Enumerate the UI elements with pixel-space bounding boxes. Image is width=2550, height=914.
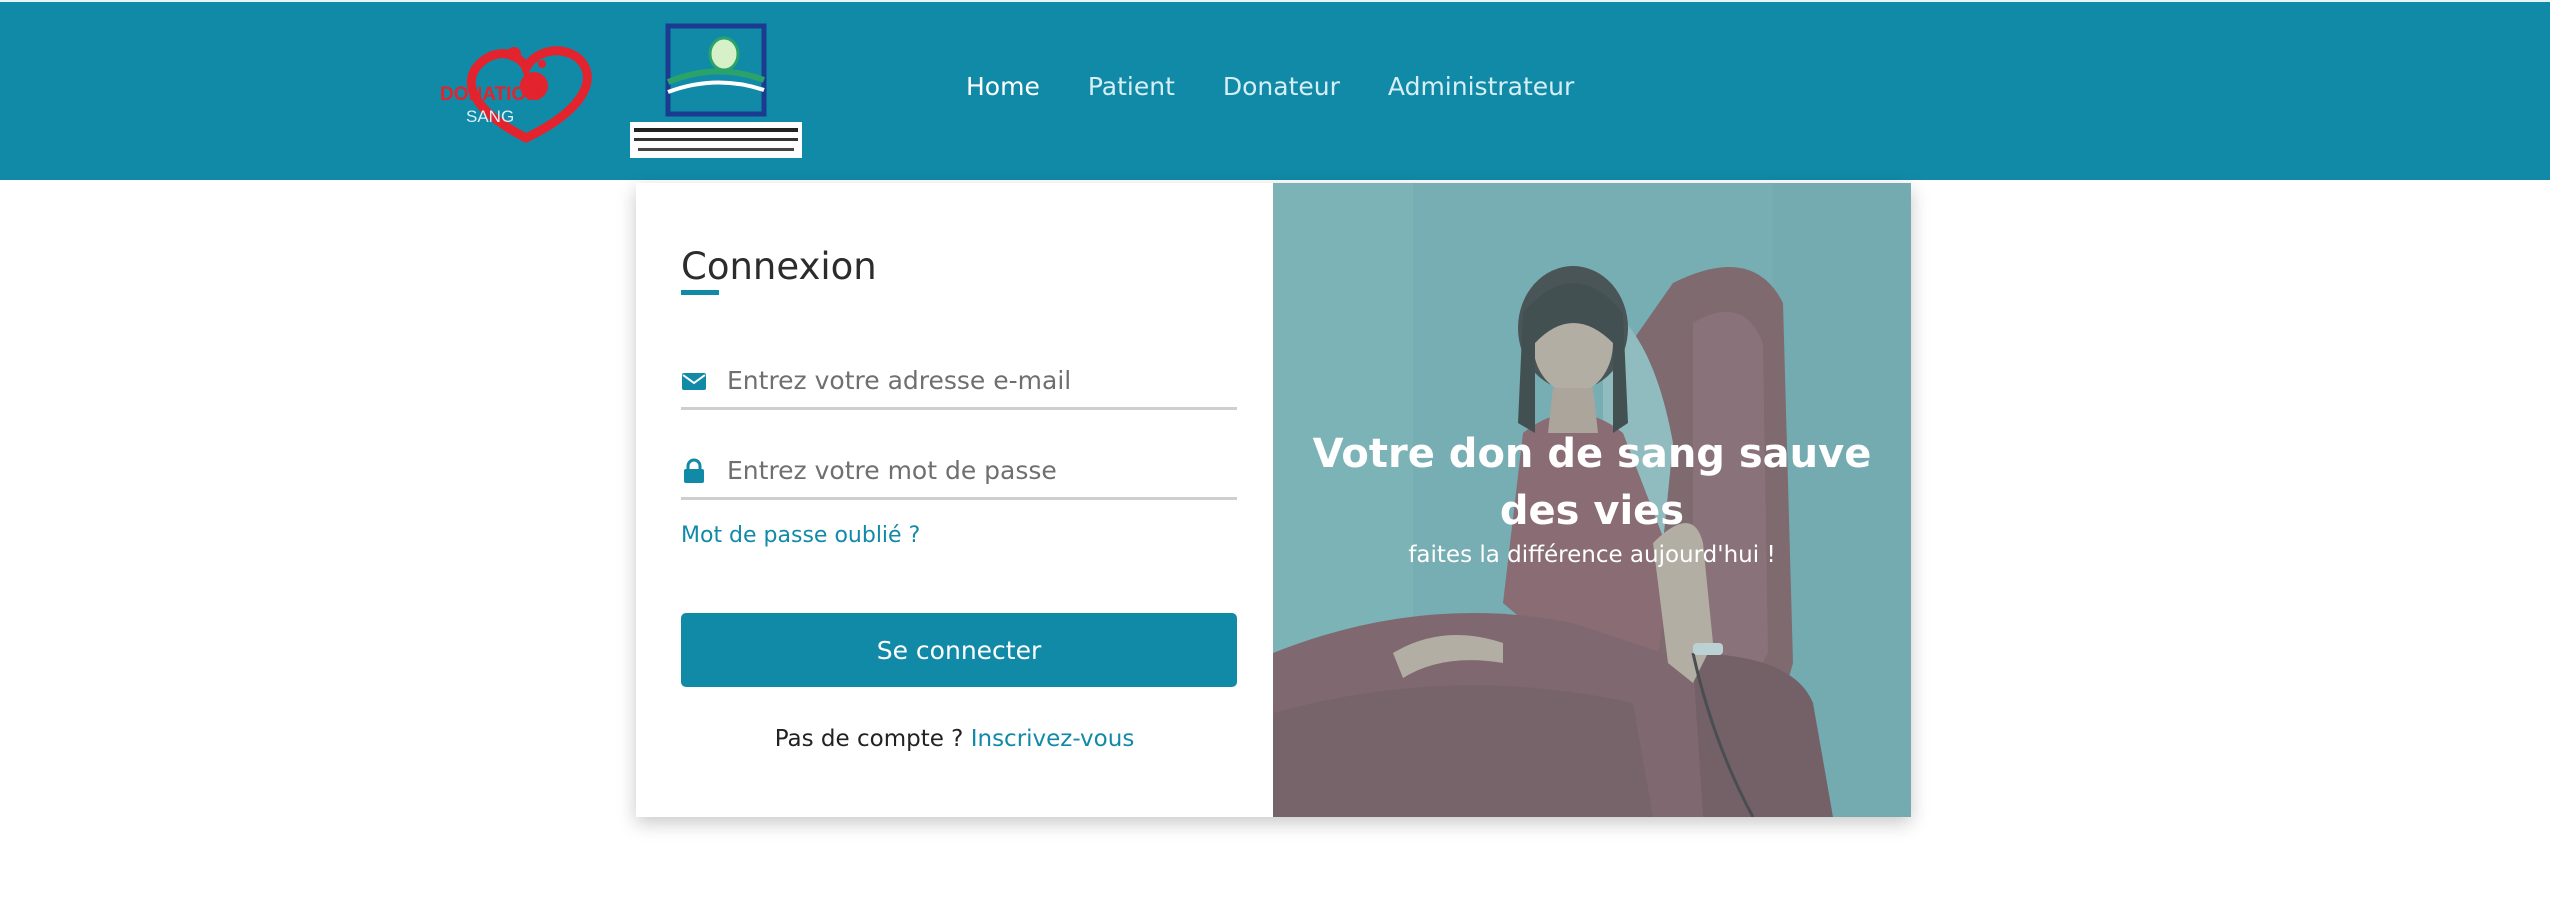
hero-title: Votre don de sang sauve des vies <box>1312 431 1872 534</box>
lock-icon <box>684 458 704 483</box>
svg-text:SANG: SANG <box>466 107 514 126</box>
nav-administrateur[interactable]: Administrateur <box>1388 72 1574 101</box>
nav-donateur[interactable]: Donateur <box>1223 72 1340 101</box>
title-underline <box>681 290 719 295</box>
hero-image-panel: Votre don de sang sauve des vies faites … <box>1273 183 1911 817</box>
main-navigation: Home Patient Donateur Administrateur <box>966 72 1622 101</box>
no-account-text: Pas de compte ? <box>774 726 964 752</box>
donation-sang-logo[interactable]: DONATION SANG <box>438 38 610 148</box>
signup-prompt: Pas de compte ? Inscrivez-vous <box>636 726 1273 752</box>
nav-patient[interactable]: Patient <box>1088 72 1175 101</box>
signup-link[interactable]: Inscrivez-vous <box>971 726 1135 752</box>
login-card: Connexion Mot de passe oublié ? Se conne… <box>636 183 1911 817</box>
email-field <box>681 351 1237 410</box>
password-field <box>681 441 1237 500</box>
hero-subtitle: faites la différence aujourd'hui ! <box>1408 542 1776 568</box>
envelope-icon <box>682 373 706 390</box>
forgot-password-link[interactable]: Mot de passe oublié ? <box>681 523 920 548</box>
password-input[interactable] <box>725 449 1229 491</box>
login-form: Connexion Mot de passe oublié ? Se conne… <box>636 183 1273 817</box>
ministry-emblem-logo[interactable] <box>628 22 804 162</box>
svg-text:DONATION: DONATION <box>440 84 540 105</box>
top-navbar: DONATION SANG Home Patient Donateur Admi… <box>0 0 2550 180</box>
login-title: Connexion <box>681 245 877 288</box>
email-input[interactable] <box>725 359 1229 401</box>
login-button[interactable]: Se connecter <box>681 613 1237 687</box>
nav-home[interactable]: Home <box>966 72 1040 101</box>
